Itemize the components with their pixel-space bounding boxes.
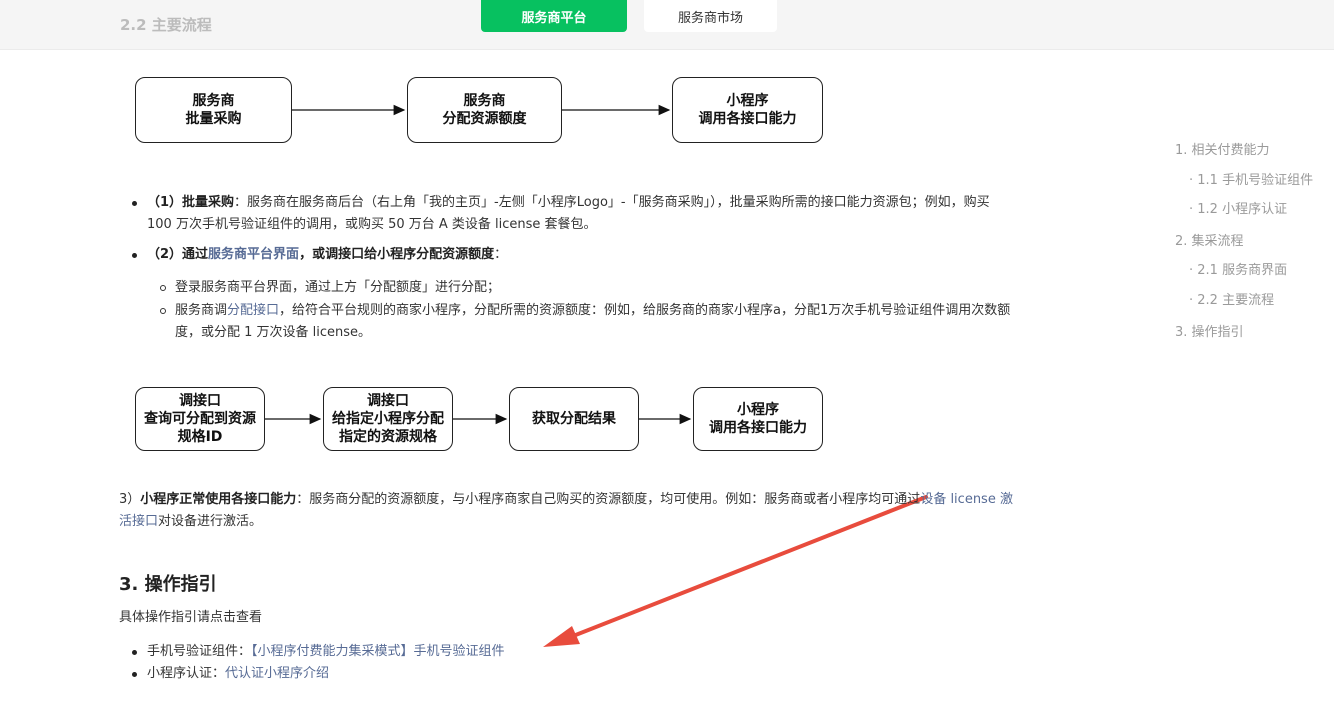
item3-label: 小程序正常使用各接口能力 — [140, 492, 297, 507]
flow1-box-label: 服务商 分配资源额度 — [442, 93, 527, 127]
sub-item-2-line-1: 服务商调分配接口，给符合平台规则的商家小程序，分配所需的资源额度：例如，给服务商… — [175, 300, 1010, 322]
toc-item-miniprogram-cert[interactable]: · 1.2 小程序认证 — [1189, 198, 1287, 217]
flow1-box-label: 小程序 调用各接口能力 — [698, 93, 797, 127]
device-license-activate-link[interactable]: 设备 license 激 — [920, 492, 1013, 507]
ops-guide-heading: 3. 操作指引 — [119, 574, 217, 595]
tab-service-provider-market[interactable]: 服务商市场 — [644, 0, 777, 32]
item2-prefix: （2）通过 — [147, 247, 209, 262]
item3-text-end: 对设备进行激活。 — [158, 514, 263, 529]
sub-item-2-line-2: 度，或分配 1 万次设备 license。 — [175, 325, 372, 340]
toc-item-paid-capabilities[interactable]: 1. 相关付费能力 — [1175, 139, 1270, 158]
flow2-box-label: 小程序 调用各接口能力 — [709, 402, 807, 436]
flow2-box-label: 获取分配结果 — [532, 411, 616, 427]
item1-line-2: 100 万次手机号验证组件的调用，或购买 50 万台 A 类设备 license… — [147, 217, 597, 232]
phone-verify-component-link[interactable]: 【小程序付费能力集采模式】手机号验证组件 — [251, 644, 505, 659]
bullet-dot — [132, 253, 137, 258]
item3-text: ：服务商分配的资源额度，与小程序商家自己购买的资源额度，均可使用。例如：服务商或… — [296, 492, 921, 507]
item1-text: ：服务商在服务商后台（右上角「我的主页」-左侧「小程序Logo」-「服务商采购」… — [234, 195, 990, 210]
flow2-box-query-spec: 调接口 查询可分配到资源 规格ID — [135, 387, 265, 451]
item1-line-1: （1）批量采购：服务商在服务商后台（右上角「我的主页」-左侧「小程序Logo」-… — [147, 192, 990, 214]
toc-item-main-flow[interactable]: · 2.2 主要流程 — [1189, 289, 1274, 308]
sub-bullet — [160, 285, 166, 291]
flow1-box-batch-purchase: 服务商 批量采购 — [135, 77, 292, 143]
bullet-dot — [132, 201, 137, 206]
bullet-dot — [132, 672, 137, 677]
device-license-activate-link-cont[interactable]: 活接口 — [119, 514, 158, 529]
flow2-box-assign-spec: 调接口 给指定小程序分配 指定的资源规格 — [323, 387, 453, 451]
flow2-box-label: 调接口 给指定小程序分配 指定的资源规格 — [332, 393, 444, 445]
item2-line: （2）通过服务商平台界面，或调接口给小程序分配资源额度： — [147, 244, 507, 266]
item1-label: （1）批量采购 — [147, 195, 235, 210]
toc-item-provider-ui[interactable]: · 2.1 服务商界面 — [1189, 259, 1287, 278]
flow1-box-allocate: 服务商 分配资源额度 — [407, 77, 562, 143]
ops-item-label: 手机号验证组件： — [147, 644, 252, 659]
ops-intro: 具体操作指引请点击查看 — [119, 610, 263, 625]
sub-bullet — [160, 308, 166, 314]
toc-item-procurement-flow[interactable]: 2. 集采流程 — [1175, 230, 1244, 249]
item3-line-2: 活接口对设备进行激活。 — [119, 511, 262, 533]
toc-item-phone-verify[interactable]: · 1.1 手机号验证组件 — [1189, 169, 1313, 188]
red-annotation-arrow — [543, 495, 928, 647]
sticky-header: 2.2 主要流程 服务商平台 服务商市场 — [0, 0, 1334, 50]
ghost-section-heading: 2.2 主要流程 — [120, 16, 212, 34]
ops-item-label: 小程序认证： — [147, 666, 226, 681]
toc-item-ops-guide[interactable]: 3. 操作指引 — [1175, 321, 1244, 340]
item2-colon: ： — [494, 247, 508, 262]
flow2-box-call-apis: 小程序 调用各接口能力 — [693, 387, 823, 451]
tab-service-provider-platform[interactable]: 服务商平台 — [481, 0, 627, 32]
allocate-api-link[interactable]: 分配接口 — [227, 303, 279, 318]
ops-item-certify: 小程序认证：代认证小程序介绍 — [147, 663, 329, 685]
item3-line-1: 3）小程序正常使用各接口能力：服务商分配的资源额度，与小程序商家自己购买的资源额… — [119, 489, 1013, 511]
sub2-text: ，给符合平台规则的商家小程序，分配所需的资源额度：例如，给服务商的商家小程序a，… — [279, 303, 1011, 318]
flow1-box-call-apis: 小程序 调用各接口能力 — [672, 77, 823, 143]
flow2-box-get-result: 获取分配结果 — [509, 387, 639, 451]
item3-prefix: 3） — [119, 492, 141, 507]
sub-item-1: 登录服务商平台界面，通过上方「分配额度」进行分配； — [175, 280, 501, 295]
sub2-prefix: 服务商调 — [175, 303, 228, 318]
item2-suffix: ，或调接口给小程序分配资源额度 — [299, 247, 495, 262]
flow2-box-label: 调接口 查询可分配到资源 规格ID — [144, 393, 256, 445]
flow1-box-label: 服务商 批量采购 — [185, 93, 242, 127]
proxy-certification-link[interactable]: 代认证小程序介绍 — [225, 666, 329, 681]
service-platform-link[interactable]: 服务商平台界面 — [208, 247, 299, 262]
ops-item-phone: 手机号验证组件：【小程序付费能力集采模式】手机号验证组件 — [147, 641, 505, 663]
bullet-dot — [132, 650, 137, 655]
